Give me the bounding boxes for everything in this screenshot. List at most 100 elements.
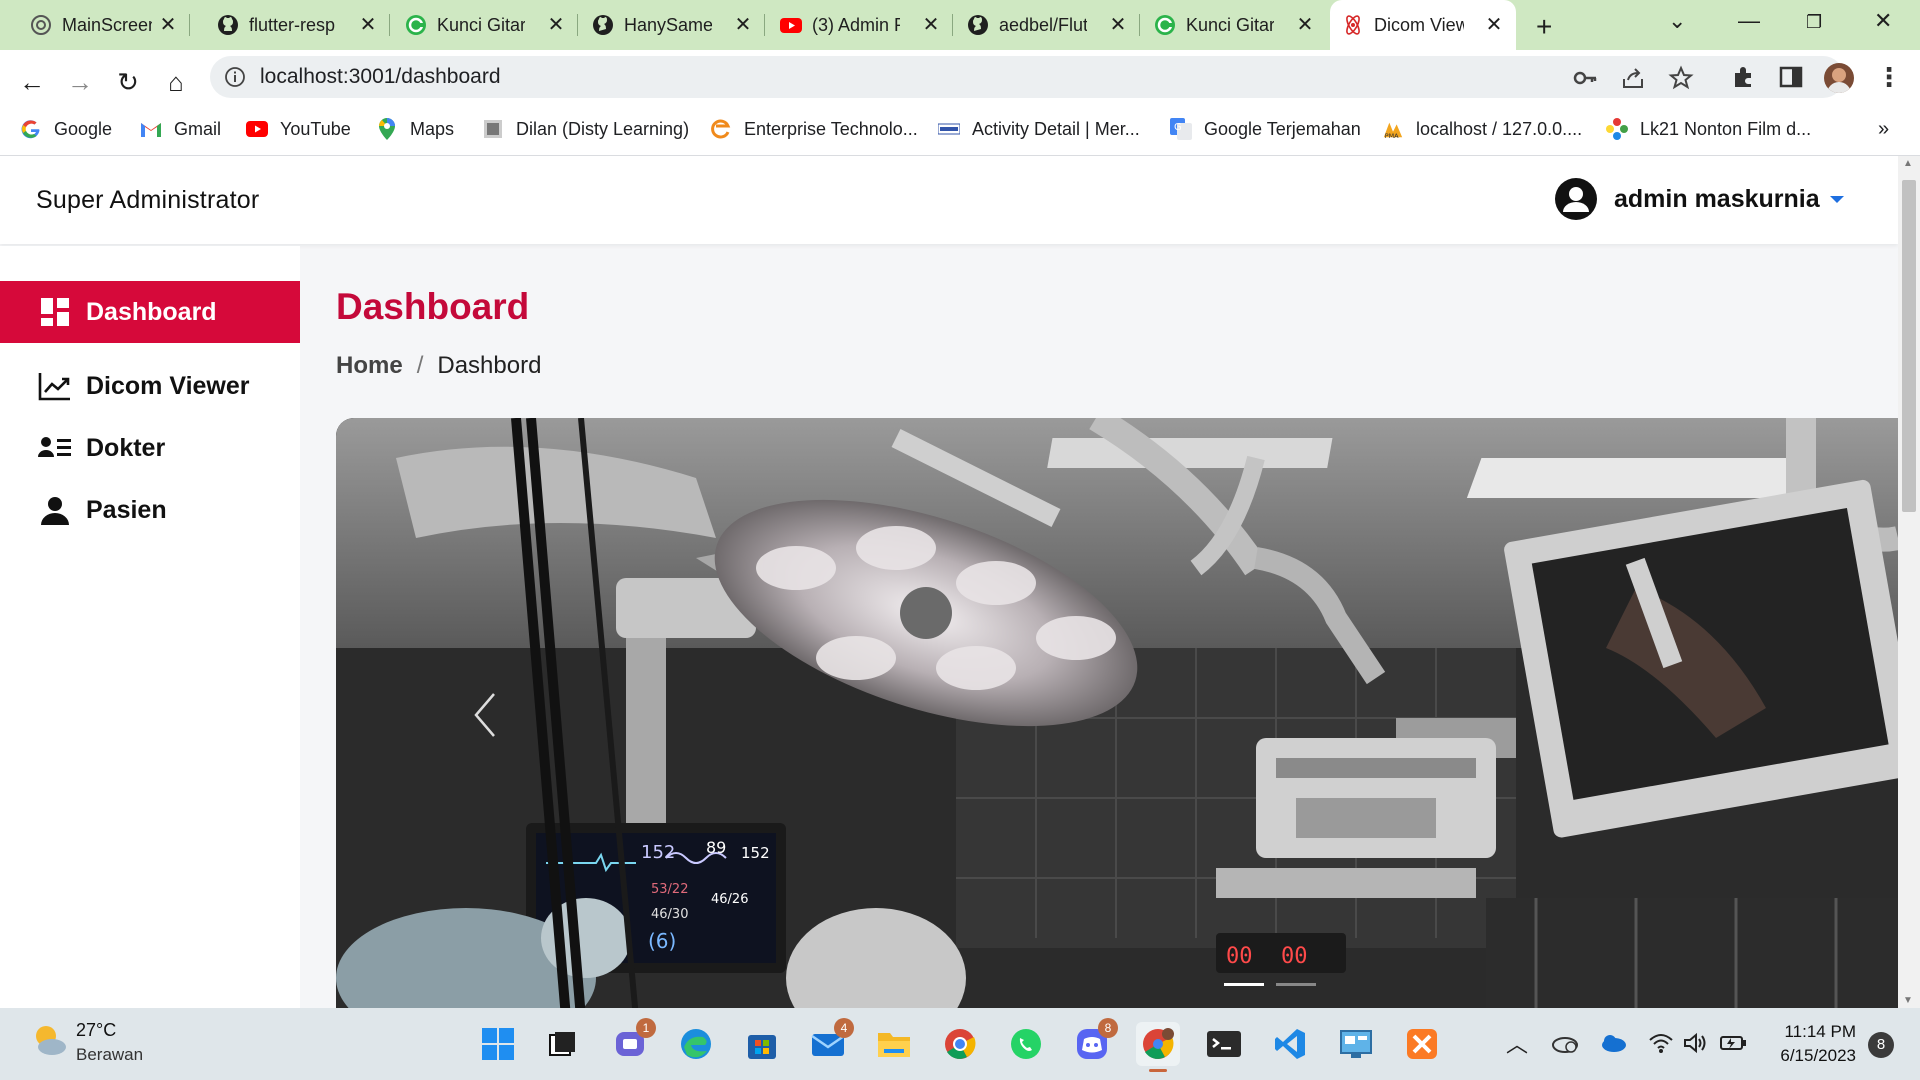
- page-scrollbar[interactable]: ▲ ▼: [1898, 156, 1920, 1008]
- system-clock[interactable]: 11:14 PM 6/15/2023: [1770, 1020, 1856, 1068]
- bookmark-localhost-phpmyadmin[interactable]: PMA localhost / 127.0.0....: [1382, 118, 1582, 140]
- browser-toolbar: ← → ↻ ⌂ localhost:3001/dashboard ⋮ Googl…: [0, 50, 1920, 156]
- translate-icon: G: [1170, 118, 1192, 140]
- restore-icon[interactable]: ❐: [1806, 12, 1822, 33]
- bookmark-activity-detail[interactable]: Activity Detail | Mer...: [938, 118, 1140, 140]
- sidebar-item-pasien[interactable]: Pasien: [0, 479, 300, 541]
- weather-widget[interactable]: 27°C Berawan: [30, 1020, 143, 1065]
- close-tab-icon[interactable]: ✕: [356, 13, 380, 37]
- bookmark-youtube[interactable]: YouTube: [246, 118, 351, 140]
- xampp-icon: [1407, 1029, 1437, 1059]
- forward-icon[interactable]: →: [62, 64, 98, 100]
- tab-mainscreen[interactable]: MainScreen ✕: [18, 0, 190, 50]
- store-bag-icon: [748, 1035, 776, 1059]
- scrollbar-thumb[interactable]: [1902, 180, 1916, 512]
- sidebar-item-dokter[interactable]: Dokter: [0, 417, 300, 479]
- bookmark-gmail[interactable]: Gmail: [140, 118, 221, 140]
- breadcrumb-home-link[interactable]: Home: [336, 352, 403, 380]
- tab-hanysameh[interactable]: HanySameh ✕: [580, 0, 765, 50]
- back-icon[interactable]: ←: [14, 64, 50, 100]
- password-key-icon[interactable]: [1572, 65, 1598, 91]
- bookmark-enterprise[interactable]: Enterprise Technolo...: [710, 118, 918, 140]
- close-tab-icon[interactable]: ✕: [544, 13, 568, 37]
- xampp-button[interactable]: [1400, 1022, 1444, 1066]
- wifi-icon[interactable]: [1646, 1028, 1676, 1058]
- edge-icon: [681, 1029, 711, 1059]
- sidebar-item-dicom-viewer[interactable]: Dicom Viewer: [0, 355, 300, 417]
- share-icon[interactable]: [1620, 65, 1646, 91]
- carousel-indicator[interactable]: [1224, 983, 1264, 986]
- tab-aedbel-flutter[interactable]: aedbel/Flut ✕: [955, 0, 1140, 50]
- bookmark-maps[interactable]: Maps: [376, 118, 454, 140]
- tab-flutter-resp[interactable]: flutter-resp ✕: [205, 0, 390, 50]
- bookmark-label: Maps: [410, 118, 455, 139]
- discord-button[interactable]: 8: [1070, 1018, 1118, 1066]
- sidebar-item-dashboard[interactable]: Dashboard: [0, 281, 300, 343]
- breadcrumb-separator: /: [416, 352, 424, 379]
- close-tab-icon[interactable]: ✕: [731, 13, 755, 37]
- tab-dicom-viewer[interactable]: Dicom View ✕: [1330, 0, 1516, 50]
- bookmark-google-terjemahan[interactable]: G Google Terjemahan: [1170, 118, 1361, 140]
- onedrive-sync-icon[interactable]: [1550, 1028, 1580, 1058]
- scroll-down-arrow-icon[interactable]: ▼: [1903, 995, 1913, 1006]
- start-button[interactable]: [476, 1022, 520, 1066]
- reload-icon[interactable]: ↻: [110, 64, 146, 100]
- tab-title: Dicom View: [1374, 14, 1464, 35]
- close-tab-icon[interactable]: ✕: [919, 13, 943, 37]
- bookmark-star-icon[interactable]: [1668, 65, 1694, 91]
- tab-kunci-gitar[interactable]: Kunci Gitar ✕: [393, 0, 578, 50]
- control-panel-icon: [1340, 1030, 1372, 1058]
- minimize-icon[interactable]: —: [1738, 8, 1760, 34]
- teams-chat-button[interactable]: 1: [608, 1018, 656, 1066]
- url-text[interactable]: localhost:3001/dashboard: [260, 65, 501, 89]
- chrome-icon: [945, 1029, 976, 1059]
- site-info-icon[interactable]: [224, 66, 246, 88]
- kebab-menu-icon[interactable]: ⋮: [1876, 62, 1902, 93]
- close-tab-icon[interactable]: ✕: [156, 13, 180, 37]
- brand-title: Super Administrator: [36, 186, 260, 214]
- onedrive-cloud-icon[interactable]: [1598, 1028, 1628, 1058]
- new-tab-icon[interactable]: +: [1536, 11, 1552, 43]
- carousel-indicator[interactable]: [1276, 983, 1316, 986]
- edge-button[interactable]: [674, 1022, 718, 1066]
- monitor-readout: 89: [706, 838, 726, 857]
- task-view-button[interactable]: [540, 1022, 584, 1066]
- running-indicator: [1149, 1069, 1167, 1072]
- side-panel-icon[interactable]: [1778, 64, 1804, 90]
- control-panel-button[interactable]: [1334, 1022, 1378, 1066]
- address-bar[interactable]: localhost:3001/dashboard: [210, 56, 1844, 98]
- notification-center-badge[interactable]: 8: [1868, 1032, 1894, 1058]
- bookmark-google[interactable]: Google: [20, 118, 112, 140]
- carousel-prev-chevron-icon[interactable]: [470, 690, 500, 740]
- close-tab-icon[interactable]: ✕: [1293, 13, 1317, 37]
- volume-icon[interactable]: [1680, 1028, 1710, 1058]
- tab-title: flutter-resp: [249, 14, 336, 35]
- extensions-puzzle-icon[interactable]: [1730, 64, 1756, 90]
- scroll-up-arrow-icon[interactable]: ▲: [1903, 158, 1913, 169]
- chrome-button[interactable]: [938, 1022, 982, 1066]
- user-menu[interactable]: admin maskurnia: [1554, 177, 1844, 221]
- close-window-icon[interactable]: ✕: [1874, 8, 1892, 34]
- close-tab-icon[interactable]: ✕: [1482, 13, 1506, 37]
- whatsapp-button[interactable]: [1004, 1022, 1048, 1066]
- profile-avatar[interactable]: [1824, 63, 1854, 93]
- close-tab-icon[interactable]: ✕: [1106, 13, 1130, 37]
- battery-icon[interactable]: [1718, 1028, 1748, 1058]
- bookmark-dilan[interactable]: Dilan (Disty Learning): [482, 118, 689, 140]
- bookmark-label: Google: [54, 118, 113, 139]
- vscode-button[interactable]: [1268, 1022, 1312, 1066]
- tab-kunci-gitar-2[interactable]: Kunci Gitar ✕: [1142, 0, 1327, 50]
- tab-title: MainScreen: [62, 14, 152, 35]
- carousel[interactable]: 152 89 152 53/22 46/26 46/30 (6) 00 00: [336, 418, 1898, 1008]
- bookmark-lk21[interactable]: Lk21 Nonton Film d...: [1606, 118, 1811, 140]
- more-bookmarks-chevron[interactable]: »: [1878, 118, 1889, 141]
- tab-search-chevron-icon[interactable]: ⌄: [1668, 8, 1686, 34]
- tab-admin-youtube[interactable]: (3) Admin P ✕: [768, 0, 953, 50]
- terminal-button[interactable]: [1202, 1022, 1246, 1066]
- chrome-profile-button[interactable]: [1136, 1022, 1180, 1072]
- file-explorer-button[interactable]: [872, 1022, 916, 1066]
- home-icon[interactable]: ⌂: [158, 64, 194, 100]
- show-hidden-icons-chevron[interactable]: ︿: [1502, 1028, 1532, 1058]
- ms-store-button[interactable]: [740, 1022, 784, 1066]
- mail-button[interactable]: 4: [806, 1018, 854, 1066]
